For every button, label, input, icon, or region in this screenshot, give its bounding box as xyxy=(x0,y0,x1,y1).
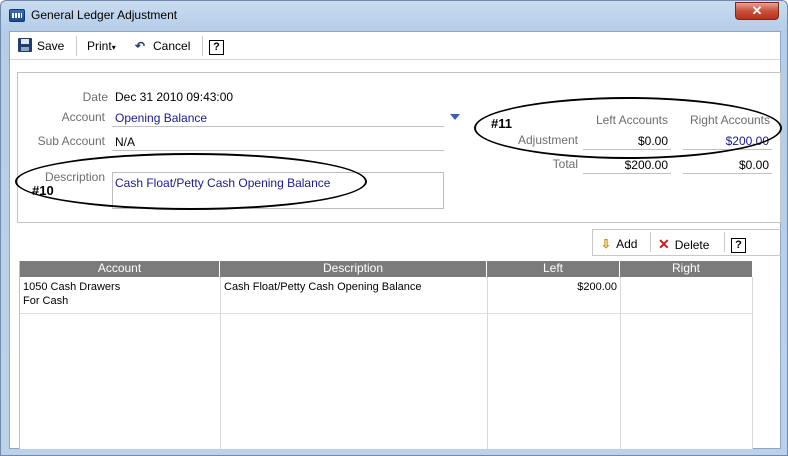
window-client-area: Save Print▾ ↶ Cancel ? Date Dec 31 2010 0… xyxy=(9,31,782,449)
delete-label: Delete xyxy=(674,238,710,252)
help-button[interactable]: ? xyxy=(209,37,224,55)
title-bar[interactable]: General Ledger Adjustment ✕ xyxy=(1,1,787,31)
total-right-underline xyxy=(683,173,772,174)
help-icon: ? xyxy=(731,238,746,253)
add-label: Add xyxy=(616,237,638,251)
ledger-entries-table: Account Description Left Right 1050 Cash… xyxy=(19,261,753,449)
account-select[interactable]: Opening Balance xyxy=(115,111,207,125)
column-header-description[interactable]: Description xyxy=(220,261,487,277)
total-right-value: $0.00 xyxy=(738,158,769,172)
help-icon: ? xyxy=(209,40,224,55)
total-label: Total xyxy=(552,157,578,171)
description-text: Cash Float/Petty Cash Opening Balance xyxy=(115,176,331,190)
adjustment-left-value[interactable]: $0.00 xyxy=(583,134,668,148)
arrow-down-icon: ⇩ xyxy=(601,237,612,251)
adjustment-right-value[interactable]: $200.00 xyxy=(683,134,769,148)
column-divider xyxy=(620,277,621,449)
date-value: Dec 31 2010 09:43:00 xyxy=(115,90,234,104)
app-window: General Ledger Adjustment ✕ Save Print▾ … xyxy=(0,0,788,456)
grid-toolbar-separator xyxy=(650,232,651,252)
description-label: Description xyxy=(44,170,105,184)
left-accounts-header: Left Accounts xyxy=(595,113,668,127)
toolbar-separator xyxy=(202,36,203,56)
annotation-marker-10: #10 xyxy=(32,183,54,198)
total-left-value: $200.00 xyxy=(624,158,668,172)
column-header-account[interactable]: Account xyxy=(20,261,220,277)
row-account-line1: 1050 Cash Drawers xyxy=(23,281,121,293)
delete-x-icon: ✕ xyxy=(658,236,670,252)
save-button[interactable]: Save xyxy=(18,37,64,55)
account-label: Account xyxy=(61,110,105,124)
chevron-down-icon: ▾ xyxy=(111,43,116,52)
grid-help-button[interactable]: ? xyxy=(731,235,746,253)
window-title: General Ledger Adjustment xyxy=(31,8,178,22)
annotation-marker-11: #11 xyxy=(491,116,512,131)
description-textarea[interactable]: Cash Float/Petty Cash Opening Balance xyxy=(112,172,444,209)
adjustment-left-underline xyxy=(583,149,671,150)
account-underline xyxy=(112,126,444,127)
column-divider xyxy=(487,277,488,449)
sub-account-field[interactable]: N/A xyxy=(115,135,135,149)
adjustment-right-underline xyxy=(683,149,772,150)
row-account-line2: For Cash xyxy=(23,295,69,307)
sub-account-label: Sub Account xyxy=(37,134,105,148)
row-description: Cash Float/Petty Cash Opening Balance xyxy=(224,281,422,293)
column-divider xyxy=(220,277,221,449)
close-button[interactable]: ✕ xyxy=(735,2,779,20)
chevron-down-icon[interactable] xyxy=(450,114,460,120)
print-label: Print xyxy=(87,39,112,53)
toolbar-separator xyxy=(76,36,77,56)
delete-button[interactable]: ✕ Delete xyxy=(658,235,709,253)
date-label: Date xyxy=(82,90,108,104)
row-left-amount: $200.00 xyxy=(577,281,617,293)
undo-icon: ↶ xyxy=(135,39,146,53)
add-button[interactable]: ⇩ Add xyxy=(601,235,637,253)
floppy-disk-icon xyxy=(18,38,32,52)
grid-toolbar-separator xyxy=(724,232,725,252)
print-button[interactable]: Print▾ xyxy=(87,37,116,55)
adjustment-form-panel: Date Dec 31 2010 09:43:00 Account Openin… xyxy=(15,72,782,223)
row-divider xyxy=(20,313,753,314)
adjustment-label: Adjustment xyxy=(517,133,578,147)
cancel-button[interactable]: ↶ Cancel xyxy=(135,37,190,55)
sub-account-underline xyxy=(112,150,444,151)
save-label: Save xyxy=(37,39,65,53)
total-left-underline xyxy=(583,173,671,174)
right-accounts-header: Right Accounts xyxy=(689,113,770,127)
column-divider xyxy=(752,277,753,449)
column-header-left[interactable]: Left xyxy=(487,261,620,277)
main-toolbar: Save Print▾ ↶ Cancel ? xyxy=(10,32,780,60)
column-header-right[interactable]: Right xyxy=(620,261,753,277)
ledger-app-icon xyxy=(9,9,25,22)
cancel-label: Cancel xyxy=(153,39,191,53)
